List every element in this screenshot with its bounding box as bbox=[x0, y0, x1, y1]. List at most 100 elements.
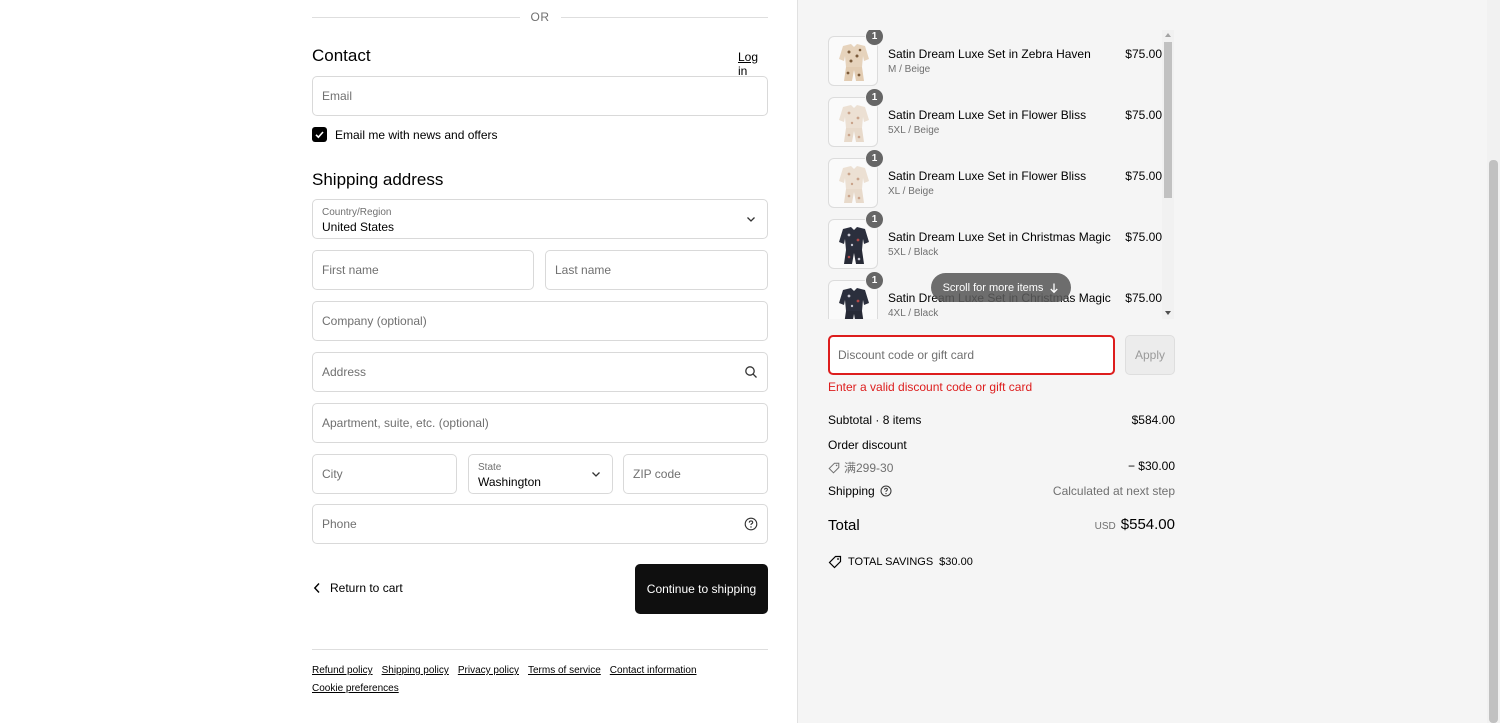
country-select[interactable]: Country/Region United States bbox=[312, 199, 768, 239]
footer-divider bbox=[312, 649, 768, 650]
email-placeholder: Email bbox=[322, 89, 353, 103]
privacy-policy-link[interactable]: Privacy policy bbox=[458, 662, 519, 680]
apartment-field[interactable]: Apartment, suite, etc. (optional) bbox=[312, 403, 768, 443]
divider-line-left bbox=[312, 16, 520, 18]
city-field[interactable]: City bbox=[312, 454, 457, 494]
shipping-value: Calculated at next step bbox=[1052, 484, 1175, 498]
newsletter-label: Email me with news and offers bbox=[335, 127, 498, 142]
line-item: 1 Satin Dream Luxe Set in Flower Bliss X… bbox=[828, 149, 1162, 210]
scroll-hint-text: Scroll for more items bbox=[942, 281, 1044, 294]
quantity-badge: 1 bbox=[865, 88, 884, 107]
page-scrollbar-thumb[interactable] bbox=[1489, 160, 1498, 723]
continue-to-shipping-button[interactable]: Continue to shipping bbox=[635, 564, 768, 614]
discount-code-input[interactable]: Discount code or gift card bbox=[828, 335, 1115, 375]
contact-heading: Contact bbox=[312, 46, 371, 65]
zip-placeholder: ZIP code bbox=[633, 467, 681, 481]
quantity-badge: 1 bbox=[865, 210, 884, 229]
scroll-up-arrow-icon[interactable] bbox=[1165, 33, 1171, 37]
item-price: $75.00 bbox=[1125, 230, 1162, 244]
item-variant: XL / Beige bbox=[888, 186, 934, 197]
savings-label: TOTAL SAVINGS bbox=[848, 556, 934, 568]
shipping-label: Shipping bbox=[828, 484, 875, 498]
subtotal-row: Subtotal · 8 items $584.00 bbox=[828, 413, 1175, 427]
or-divider: OR bbox=[312, 8, 768, 26]
state-select[interactable]: State Washington bbox=[468, 454, 613, 494]
arrow-down-icon bbox=[1050, 283, 1059, 293]
quantity-badge: 1 bbox=[865, 30, 884, 46]
last-name-placeholder: Last name bbox=[555, 263, 612, 277]
terms-of-service-link[interactable]: Terms of service bbox=[528, 662, 601, 680]
email-field[interactable]: Email bbox=[312, 76, 768, 116]
item-name: Satin Dream Luxe Set in Christmas Magic bbox=[888, 230, 1111, 244]
checkmark-icon bbox=[315, 131, 324, 139]
country-label: Country/Region bbox=[322, 207, 392, 218]
cookie-preferences-link[interactable]: Cookie preferences bbox=[312, 680, 399, 698]
item-variant: 4XL / Black bbox=[888, 308, 939, 319]
newsletter-row[interactable]: Email me with news and offers bbox=[312, 127, 498, 142]
search-icon bbox=[745, 366, 757, 378]
city-placeholder: City bbox=[322, 467, 343, 481]
chevron-left-icon bbox=[313, 583, 320, 593]
line-item: 1 Satin Dream Luxe Set in Christmas Magi… bbox=[828, 210, 1162, 271]
item-price: $75.00 bbox=[1125, 108, 1162, 122]
login-link[interactable]: Log in bbox=[738, 50, 768, 78]
subtotal-label: Subtotal · 8 items bbox=[828, 413, 922, 427]
or-text: OR bbox=[530, 10, 550, 24]
item-variant: M / Beige bbox=[888, 64, 931, 75]
address-placeholder: Address bbox=[322, 365, 367, 379]
first-name-field[interactable]: First name bbox=[312, 250, 534, 290]
shipping-heading: Shipping address bbox=[312, 170, 444, 189]
apartment-placeholder: Apartment, suite, etc. (optional) bbox=[322, 416, 489, 430]
state-label: State bbox=[478, 462, 502, 473]
items-scrollbar[interactable] bbox=[1162, 30, 1174, 319]
page-scrollbar[interactable] bbox=[1487, 0, 1500, 723]
footer-links: Refund policy Shipping policy Privacy poli… bbox=[312, 662, 768, 698]
discount-code-text: 满299-30 bbox=[844, 461, 894, 475]
return-to-cart-label: Return to cart bbox=[330, 581, 403, 595]
tag-icon bbox=[828, 462, 840, 474]
help-circle-icon[interactable] bbox=[880, 485, 892, 497]
total-label: Total bbox=[828, 517, 860, 534]
discount-error-message: Enter a valid discount code or gift card bbox=[828, 380, 1033, 394]
discount-code-row: 满299-30 − $30.00 bbox=[828, 459, 1175, 476]
order-discount-label: Order discount bbox=[828, 438, 907, 452]
scroll-down-arrow-icon[interactable] bbox=[1165, 311, 1171, 315]
item-price: $75.00 bbox=[1125, 47, 1162, 61]
item-price: $75.00 bbox=[1125, 291, 1162, 305]
shipping-policy-link[interactable]: Shipping policy bbox=[382, 662, 449, 680]
scroll-for-more-button[interactable]: Scroll for more items bbox=[931, 273, 1071, 302]
contact-information-link[interactable]: Contact information bbox=[610, 662, 697, 680]
last-name-field[interactable]: Last name bbox=[545, 250, 768, 290]
total-savings-row: TOTAL SAVINGS $30.00 bbox=[828, 555, 973, 569]
company-field[interactable]: Company (optional) bbox=[312, 301, 768, 341]
refund-policy-link[interactable]: Refund policy bbox=[312, 662, 373, 680]
apply-discount-button[interactable]: Apply bbox=[1125, 335, 1175, 375]
subtotal-value: $584.00 bbox=[1131, 413, 1175, 427]
help-circle-icon[interactable] bbox=[744, 517, 758, 531]
tag-icon bbox=[828, 555, 842, 569]
zip-field[interactable]: ZIP code bbox=[623, 454, 768, 494]
shipping-row: Shipping Calculated at next step bbox=[828, 484, 1175, 498]
total-amount-group: USD $554.00 bbox=[1095, 516, 1175, 533]
discount-value: − $30.00 bbox=[1127, 459, 1175, 473]
newsletter-checkbox[interactable] bbox=[312, 127, 327, 142]
line-item: 1 Satin Dream Luxe Set in Flower Bliss 5… bbox=[828, 88, 1162, 149]
order-discount-row: Order discount bbox=[828, 438, 1175, 452]
state-value: Washington bbox=[478, 475, 541, 489]
item-name: Satin Dream Luxe Set in Flower Bliss bbox=[888, 169, 1087, 183]
items-scrollbar-thumb[interactable] bbox=[1164, 42, 1172, 198]
return-to-cart-link[interactable]: Return to cart bbox=[312, 581, 403, 595]
address-field[interactable]: Address bbox=[312, 352, 768, 392]
item-name: Satin Dream Luxe Set in Zebra Haven bbox=[888, 47, 1091, 61]
item-variant: 5XL / Black bbox=[888, 247, 939, 258]
company-placeholder: Company (optional) bbox=[322, 314, 427, 328]
discount-placeholder: Discount code or gift card bbox=[838, 348, 975, 362]
divider-line-right bbox=[560, 16, 768, 18]
total-amount: $554.00 bbox=[1120, 516, 1175, 533]
phone-field[interactable]: Phone bbox=[312, 504, 768, 544]
line-item: 1 Satin Dream Luxe Set in Zebra Haven M … bbox=[828, 30, 1162, 88]
quantity-badge: 1 bbox=[865, 271, 884, 290]
item-price: $75.00 bbox=[1125, 169, 1162, 183]
item-name: Satin Dream Luxe Set in Flower Bliss bbox=[888, 108, 1087, 122]
quantity-badge: 1 bbox=[865, 149, 884, 168]
